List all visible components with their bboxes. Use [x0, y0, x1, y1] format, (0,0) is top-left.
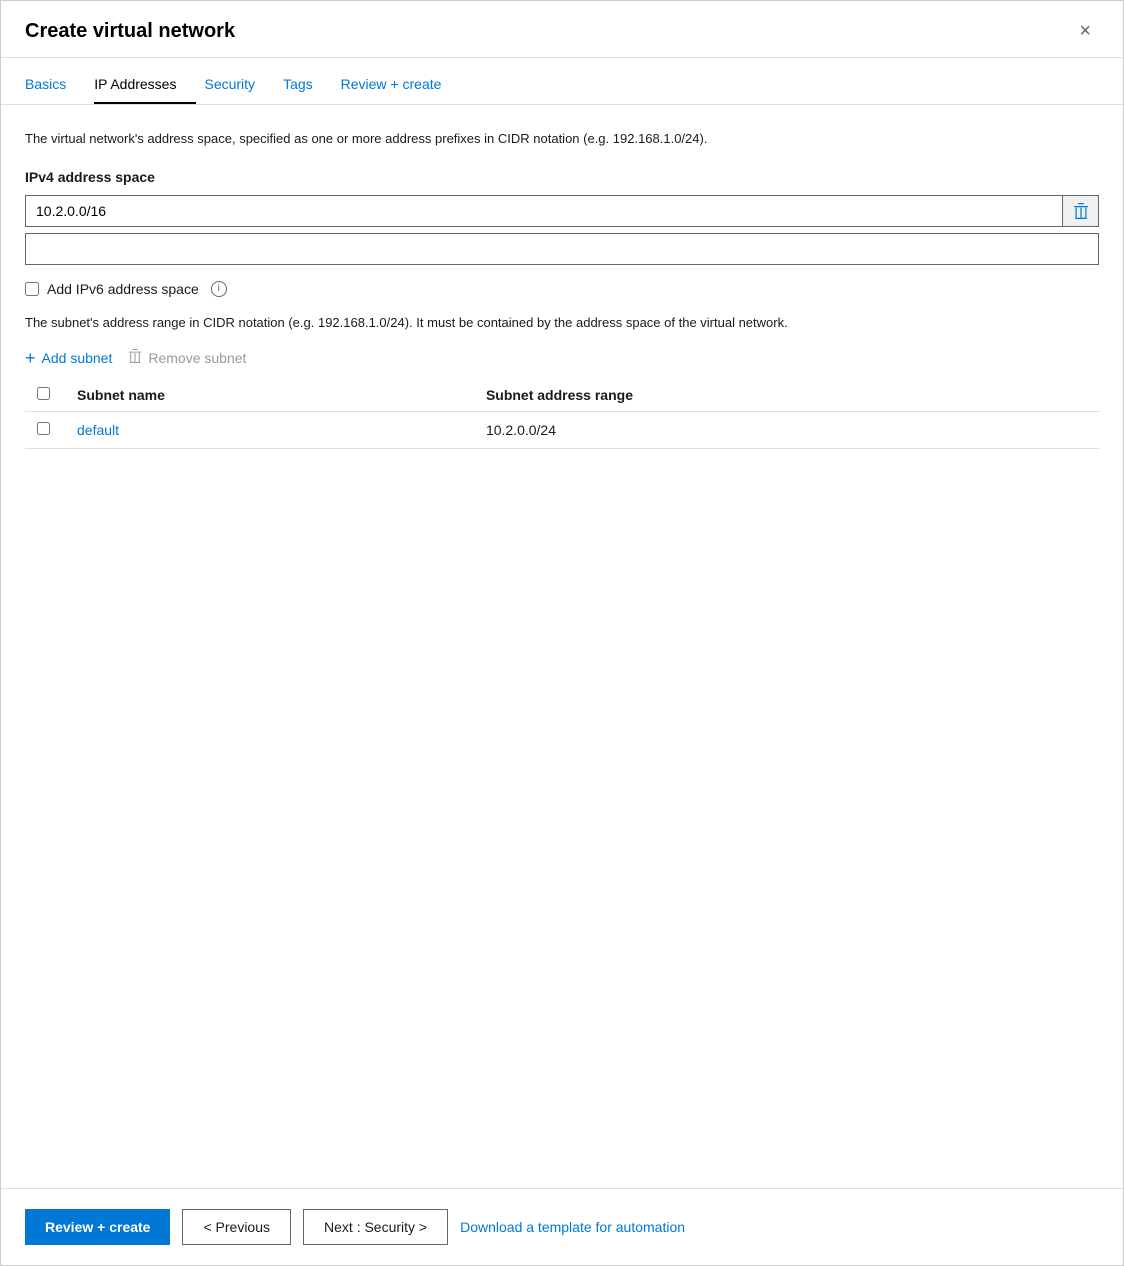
create-virtual-network-dialog: Create virtual network × Basics IP Addre…: [0, 0, 1124, 1266]
close-button[interactable]: ×: [1071, 17, 1099, 45]
col-subnet-range: Subnet address range: [474, 379, 1099, 412]
automation-template-link[interactable]: Download a template for automation: [460, 1219, 685, 1235]
main-content: The virtual network's address space, spe…: [1, 105, 1123, 1188]
ipv6-checkbox-label[interactable]: Add IPv6 address space: [47, 281, 199, 297]
ipv4-address-input[interactable]: [25, 195, 1063, 227]
review-create-button[interactable]: Review + create: [25, 1209, 170, 1245]
remove-subnet-trash-icon: [128, 348, 142, 367]
tab-ip-addresses[interactable]: IP Addresses: [94, 66, 196, 104]
ipv4-input-row: [25, 195, 1099, 227]
col-checkbox: [25, 379, 65, 412]
subnet-range-cell: 10.2.0.0/24: [474, 412, 1099, 449]
tab-security[interactable]: Security: [204, 66, 275, 104]
dialog-header: Create virtual network ×: [1, 1, 1123, 58]
delete-ipv4-button[interactable]: [1063, 195, 1099, 227]
next-security-button[interactable]: Next : Security >: [303, 1209, 448, 1245]
row-checkbox[interactable]: [37, 422, 50, 435]
subnet-actions: + Add subnet Remove subnet: [25, 348, 1099, 367]
add-icon: +: [25, 349, 36, 367]
tab-basics[interactable]: Basics: [25, 66, 86, 104]
row-checkbox-cell: [25, 412, 65, 449]
subnet-description: The subnet's address range in CIDR notat…: [25, 313, 1099, 333]
add-subnet-button[interactable]: + Add subnet: [25, 349, 112, 367]
ipv6-checkbox[interactable]: [25, 282, 39, 296]
tabs-nav: Basics IP Addresses Security Tags Review…: [1, 66, 1123, 105]
tab-tags[interactable]: Tags: [283, 66, 333, 104]
dialog-title: Create virtual network: [25, 20, 235, 43]
ipv6-checkbox-row: Add IPv6 address space i: [25, 281, 1099, 297]
trash-icon: [1073, 202, 1089, 220]
remove-subnet-label: Remove subnet: [148, 350, 246, 366]
previous-button[interactable]: < Previous: [182, 1209, 291, 1245]
remove-subnet-button[interactable]: Remove subnet: [128, 348, 246, 367]
add-subnet-label: Add subnet: [42, 350, 113, 366]
address-space-description: The virtual network's address space, spe…: [25, 129, 1099, 149]
col-subnet-name: Subnet name: [65, 379, 474, 412]
subnet-table: Subnet name Subnet address range default…: [25, 379, 1099, 449]
subnet-name-cell: default: [65, 412, 474, 449]
tab-review-create[interactable]: Review + create: [341, 66, 462, 104]
ipv4-additional-input[interactable]: [25, 233, 1099, 265]
dialog-footer: Review + create < Previous Next : Securi…: [1, 1188, 1123, 1265]
ipv4-section-title: IPv4 address space: [25, 169, 1099, 185]
table-row: default 10.2.0.0/24: [25, 412, 1099, 449]
subnet-name-link[interactable]: default: [77, 422, 119, 438]
ipv6-info-icon[interactable]: i: [211, 281, 227, 297]
select-all-checkbox[interactable]: [37, 387, 50, 400]
